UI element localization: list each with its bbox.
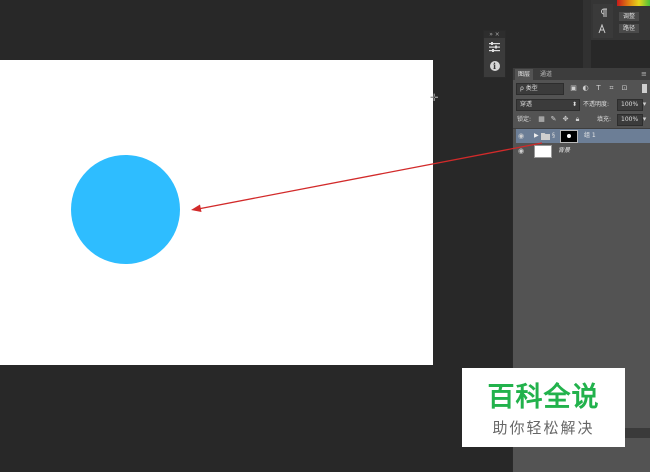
watermark-title: 百科全说 bbox=[487, 382, 600, 413]
watermark-subtitle: 助你轻松解决 bbox=[492, 419, 595, 437]
watermark-logo: 百科全说 助你轻松解决 bbox=[462, 368, 625, 447]
